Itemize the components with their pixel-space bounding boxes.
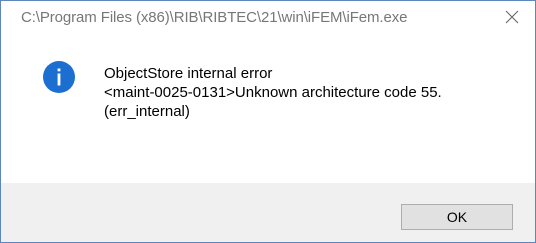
message-line-2: <maint-0025-0131>Unknown architecture co…: [104, 84, 442, 101]
message-text: ObjectStore internal error <maint-0025-0…: [104, 64, 442, 121]
button-bar: OK: [1, 183, 535, 242]
window-title: C:\Program Files (x86)\RIB\RIBTEC\21\win…: [21, 9, 408, 26]
message-box-dialog: C:\Program Files (x86)\RIB\RIBTEC\21\win…: [0, 0, 536, 243]
ok-button[interactable]: OK: [401, 204, 513, 230]
close-button[interactable]: [489, 1, 535, 33]
message-line-1: ObjectStore internal error: [104, 65, 273, 82]
info-icon: [43, 61, 75, 93]
message-line-3: (err_internal): [104, 103, 190, 120]
title-bar[interactable]: C:\Program Files (x86)\RIB\RIBTEC\21\win…: [1, 1, 535, 33]
close-icon: [505, 10, 519, 24]
